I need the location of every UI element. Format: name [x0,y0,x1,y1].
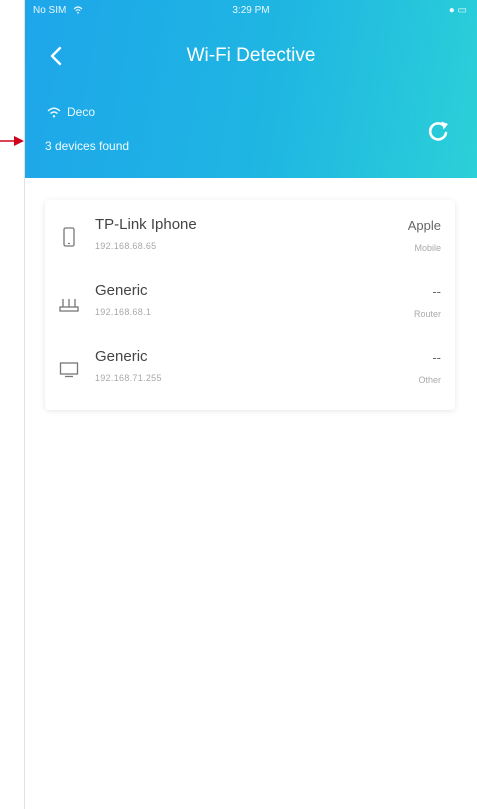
device-ip: 192.168.71.255 [95,373,162,383]
device-vendor: Apple [407,218,441,233]
device-ip: 192.168.68.1 [95,307,152,317]
monitor-icon [59,362,79,378]
page-title: Wi-Fi Detective [186,45,316,66]
network-name: Deco [67,105,96,119]
device-type: Other [418,375,441,385]
device-type: Mobile [414,243,441,253]
device-row[interactable]: TP-Link Iphone 192.168.68.65 Apple Mobil… [45,204,455,270]
device-name: Generic [95,348,148,365]
device-ip: 192.168.68.65 [95,241,157,251]
nav-bar: Wi-Fi Detective [25,36,477,76]
device-type: Router [413,309,441,319]
status-time: 3:29 PM [232,5,270,16]
device-list: TP-Link Iphone 192.168.68.65 Apple Mobil… [45,200,455,410]
app-screen: No SIM 3:29 PM ● ▭ Wi-Fi Detective Deco … [24,0,477,809]
devices-found-label: 3 devices found [45,139,130,153]
battery-icon: ● ▭ [448,5,467,16]
header: No SIM 3:29 PM ● ▭ Wi-Fi Detective Deco … [25,0,477,178]
wifi-icon [47,107,61,117]
phone-icon [63,227,75,247]
annotation-arrow-icon [0,136,24,146]
refresh-icon[interactable] [423,116,453,146]
device-name: TP-Link Iphone [95,216,197,233]
screen: No SIM 3:29 PM ● ▭ Wi-Fi Detective Deco … [0,0,477,809]
network-name-row: Deco [47,105,95,119]
status-bar: No SIM 3:29 PM ● ▭ [25,0,477,22]
device-vendor: -- [432,350,441,365]
device-vendor: -- [432,284,441,299]
device-row[interactable]: Generic 192.168.68.1 -- Router [45,270,455,336]
router-icon [59,299,79,312]
device-name: Generic [95,282,148,299]
device-row[interactable]: Generic 192.168.71.255 -- Other [45,336,455,402]
